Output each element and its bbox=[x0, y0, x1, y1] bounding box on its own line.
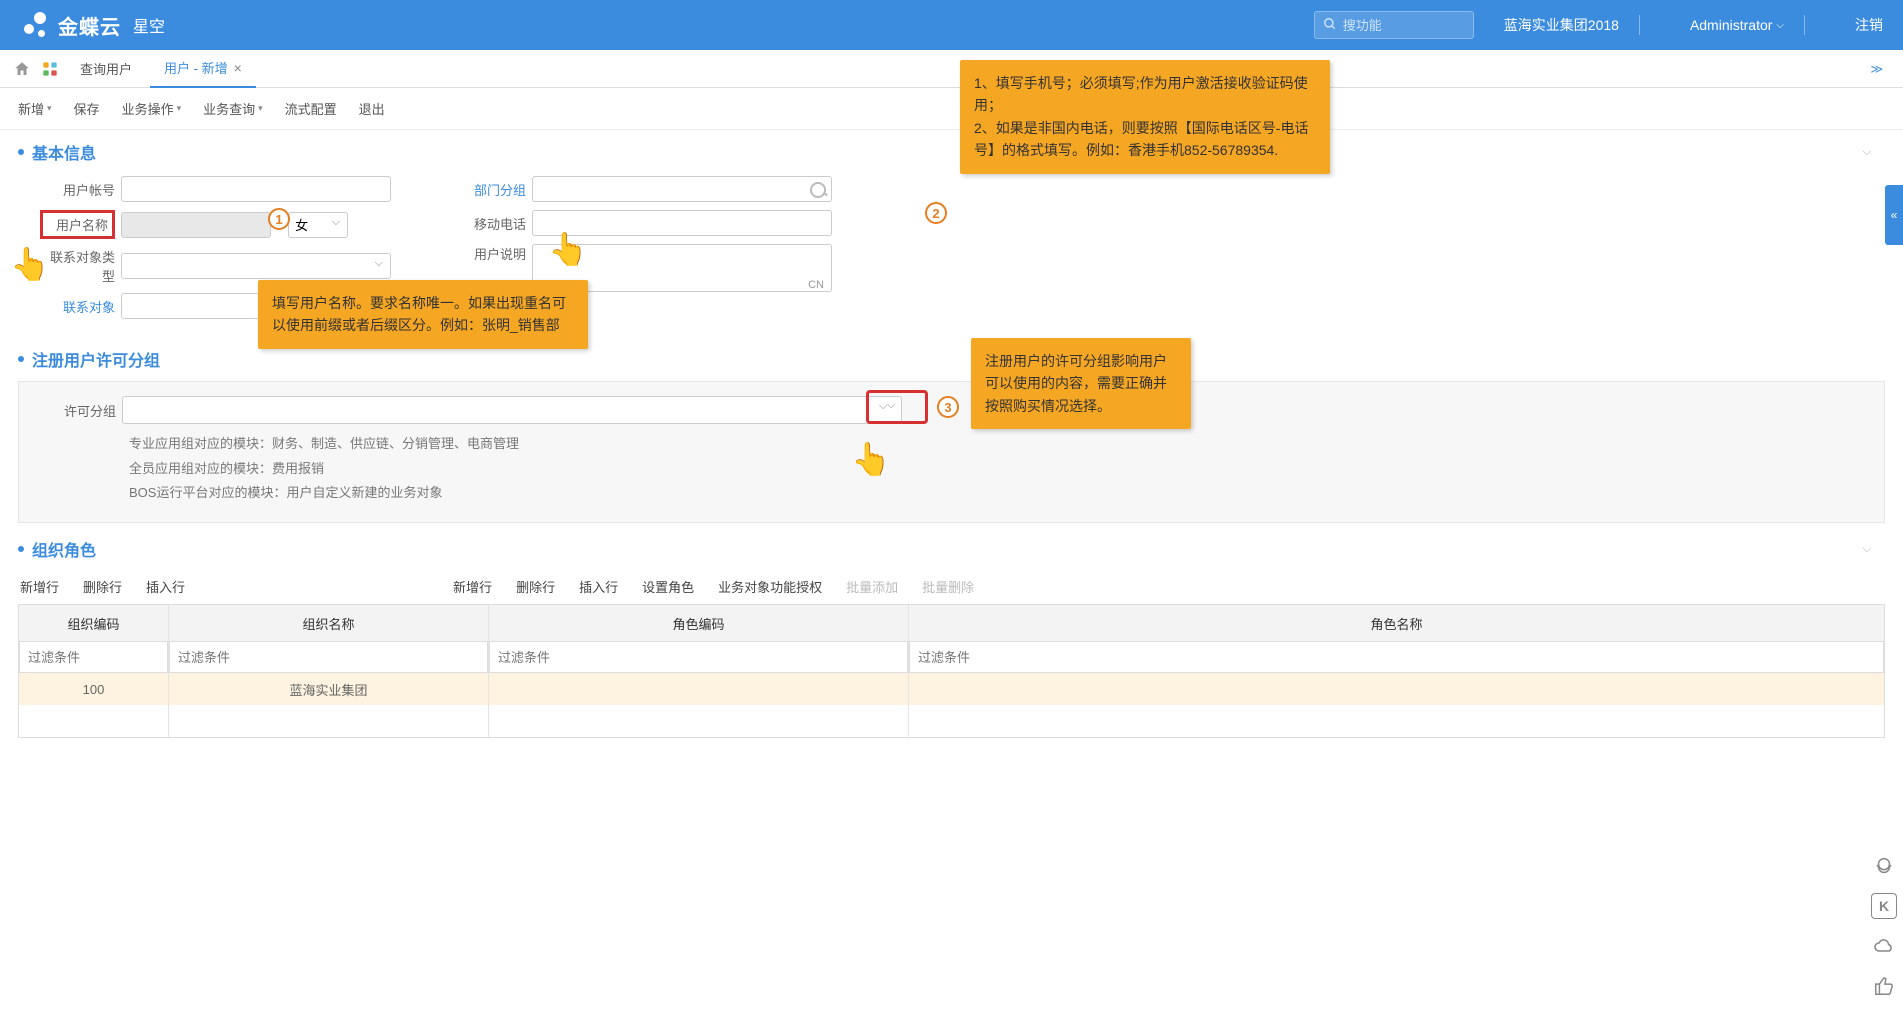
role-table: 组织编码 组织名称 角色编码 角色名称 100 蓝海实业集团 bbox=[18, 604, 1885, 738]
section-org-role: 组织角色 ⌵ bbox=[0, 527, 1903, 567]
cell-role-code bbox=[489, 673, 909, 705]
label-user-desc: 用户说明 bbox=[451, 244, 526, 263]
pointer-icon: 👆 bbox=[548, 230, 588, 268]
bullet-icon bbox=[18, 356, 24, 362]
cell-org-code: 100 bbox=[19, 673, 169, 705]
annot-badge-1: 1 bbox=[268, 208, 290, 230]
insert-row-left-button[interactable]: 插入行 bbox=[146, 577, 185, 596]
chevron-down-icon: ▾ bbox=[258, 103, 263, 114]
logout-link[interactable]: 注销 bbox=[1855, 15, 1883, 35]
float-icons: K bbox=[1871, 853, 1897, 999]
chevron-down-icon: ⌵ bbox=[1776, 20, 1784, 31]
batch-add-button: 批量添加 bbox=[846, 577, 898, 596]
top-header: 金蝶云 星空 蓝海实业集团2018 Administrator⌵ 注销 bbox=[0, 0, 1903, 50]
home-icon[interactable] bbox=[10, 57, 34, 81]
user-name-input[interactable] bbox=[121, 212, 271, 238]
table-row[interactable]: 100 蓝海实业集团 bbox=[19, 673, 1884, 705]
gender-select[interactable] bbox=[288, 212, 348, 238]
label-license-group: 许可分组 bbox=[41, 401, 116, 420]
delete-row-left-button[interactable]: 删除行 bbox=[83, 577, 122, 596]
filter-role-code[interactable] bbox=[489, 641, 908, 673]
label-contact-type: 联系对象类型 bbox=[40, 247, 115, 285]
collapse-icon[interactable]: ⌵ bbox=[1863, 543, 1885, 556]
license-group-input[interactable] bbox=[122, 396, 902, 424]
logo: 金蝶云 星空 bbox=[20, 10, 165, 40]
user-menu[interactable]: Administrator⌵ bbox=[1690, 17, 1784, 33]
new-button[interactable]: 新增▾ bbox=[18, 99, 52, 118]
brand-main: 金蝶云 bbox=[58, 11, 121, 40]
tab-query-user[interactable]: 查询用户 bbox=[66, 50, 146, 88]
cell-role-name bbox=[909, 673, 1884, 705]
search-input[interactable] bbox=[1343, 18, 1465, 33]
filter-org-name[interactable] bbox=[169, 641, 488, 673]
col-role-name: 角色名称 bbox=[909, 605, 1884, 641]
filter-org-code[interactable] bbox=[19, 641, 168, 673]
annot-badge-2: 2 bbox=[925, 202, 947, 224]
tab-user-new[interactable]: 用户 - 新增× bbox=[150, 50, 256, 88]
section-title: 基本信息 bbox=[32, 140, 96, 164]
annot-badge-3: 3 bbox=[937, 396, 959, 418]
add-row-left-button[interactable]: 新增行 bbox=[20, 577, 59, 596]
tooltip-3: 注册用户的许可分组影响用户可以使用的内容，需要正确并按照购买情况选择。 bbox=[971, 338, 1191, 429]
batch-delete-button: 批量删除 bbox=[922, 577, 974, 596]
delete-row-right-button[interactable]: 删除行 bbox=[516, 577, 555, 596]
tooltip-1: 填写用户名称。要求名称唯一。如果出现重名可以使用前缀或者后缀区分。例如：张明_销… bbox=[258, 280, 588, 349]
dept-group-lookup[interactable] bbox=[532, 176, 832, 202]
insert-row-right-button[interactable]: 插入行 bbox=[579, 577, 618, 596]
chevron-down-icon: ▾ bbox=[47, 103, 52, 114]
action-toolbar: 新增▾ 保存 业务操作▾ 业务查询▾ 流式配置 退出 bbox=[0, 88, 1903, 130]
col-role-code: 角色编码 bbox=[489, 605, 909, 641]
cloud-icon[interactable] bbox=[1871, 933, 1897, 959]
section-basic-info: 基本信息 ⌵ bbox=[0, 130, 1903, 170]
cn-suffix: CN bbox=[808, 279, 824, 291]
label-contact-obj[interactable]: 联系对象 bbox=[40, 297, 115, 316]
pointer-icon: 👆 bbox=[10, 245, 50, 283]
bullet-icon bbox=[18, 149, 24, 155]
contact-type-select[interactable] bbox=[121, 253, 391, 279]
like-icon[interactable] bbox=[1871, 973, 1897, 999]
right-panel-expand[interactable]: « bbox=[1885, 185, 1903, 245]
biz-auth-button[interactable]: 业务对象功能授权 bbox=[718, 577, 822, 596]
bullet-icon bbox=[18, 546, 24, 552]
tabs-expand-icon[interactable]: ≫ bbox=[1870, 62, 1893, 76]
license-group-panel: 许可分组 专业应用组对应的模块：财务、制造、供应链、分销管理、电商管理 全员应用… bbox=[18, 381, 1885, 523]
user-account-input[interactable] bbox=[121, 176, 391, 202]
chevron-down-icon: ▾ bbox=[177, 103, 182, 114]
collapse-icon[interactable]: ⌵ bbox=[1863, 146, 1885, 159]
cell-org-name: 蓝海实业集团 bbox=[169, 673, 489, 705]
col-org-name: 组织名称 bbox=[169, 605, 489, 641]
biz-query-button[interactable]: 业务查询▾ bbox=[203, 99, 263, 118]
filter-role-name[interactable] bbox=[909, 641, 1884, 673]
global-search[interactable] bbox=[1314, 11, 1474, 39]
exit-button[interactable]: 退出 bbox=[359, 99, 385, 118]
flow-config-button[interactable]: 流式配置 bbox=[285, 99, 337, 118]
close-icon[interactable]: × bbox=[234, 60, 242, 76]
label-user-account: 用户帐号 bbox=[40, 180, 115, 199]
tooltip-2: 1、填写手机号；必须填写;作为用户激活接收验证码使用； 2、如果是非国内电话，则… bbox=[960, 60, 1330, 174]
label-dept-group[interactable]: 部门分组 bbox=[451, 180, 526, 199]
section-title: 注册用户许可分组 bbox=[32, 347, 160, 371]
label-mobile: 移动电话 bbox=[451, 214, 526, 233]
role-toolbar: 新增行 删除行 插入行 新增行 删除行 插入行 设置角色 业务对象功能授权 批量… bbox=[0, 567, 1903, 604]
biz-op-button[interactable]: 业务操作▾ bbox=[122, 99, 182, 118]
apps-icon[interactable] bbox=[38, 57, 62, 81]
support-icon[interactable] bbox=[1871, 853, 1897, 879]
license-notes: 专业应用组对应的模块：财务、制造、供应链、分销管理、电商管理 全员应用组对应的模… bbox=[129, 432, 1862, 506]
org-selector[interactable]: 蓝海实业集团2018 bbox=[1504, 15, 1619, 35]
set-role-button[interactable]: 设置角色 bbox=[642, 577, 694, 596]
save-button[interactable]: 保存 bbox=[74, 99, 100, 118]
pointer-icon: 👆 bbox=[851, 440, 891, 478]
search-icon bbox=[1323, 17, 1337, 34]
tab-bar: 查询用户 用户 - 新增× ≫ bbox=[0, 50, 1903, 88]
add-row-right-button[interactable]: 新增行 bbox=[453, 577, 492, 596]
label-user-name: 用户名称 bbox=[40, 210, 115, 239]
logo-icon bbox=[20, 10, 50, 40]
section-title: 组织角色 bbox=[32, 537, 96, 561]
col-org-code: 组织编码 bbox=[19, 605, 169, 641]
license-dropdown-icon[interactable]: ⌵ bbox=[887, 396, 895, 412]
k-icon[interactable]: K bbox=[1871, 893, 1897, 919]
brand-sub: 星空 bbox=[133, 13, 165, 37]
